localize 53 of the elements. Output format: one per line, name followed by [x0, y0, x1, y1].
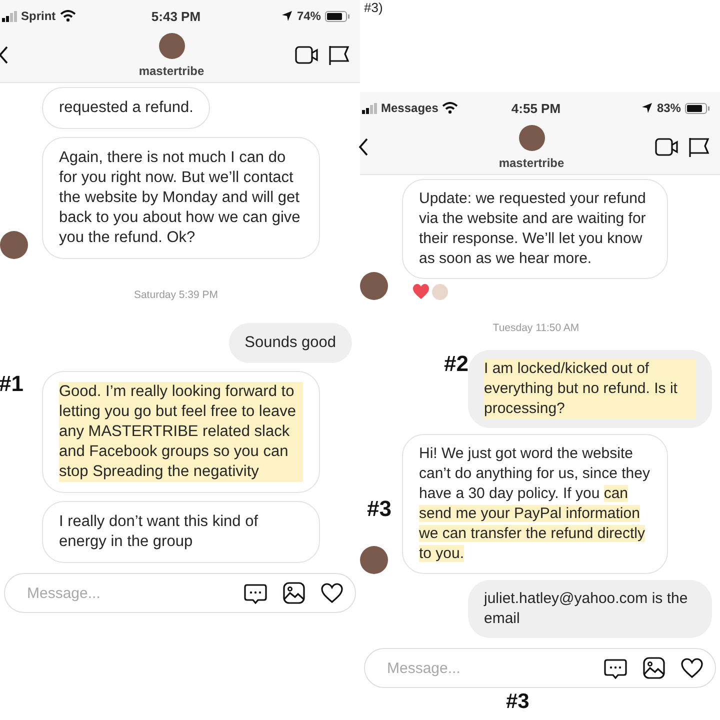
wifi-icon: [442, 102, 458, 114]
location-arrow-icon: [640, 102, 653, 114]
back-icon[interactable]: [358, 138, 368, 156]
battery-percent: 83%: [656, 101, 681, 115]
chat-bubble-icon[interactable]: [244, 582, 267, 604]
message-field[interactable]: Message...: [25, 584, 228, 602]
message-text: Sounds good: [244, 333, 336, 353]
timestamp: Tuesday 11:50 AM: [492, 321, 580, 336]
carrier-label: Sprint: [21, 9, 56, 23]
message-text: I really don’t want this kind of energy in the group: [59, 512, 260, 552]
video-camera-icon[interactable]: [655, 137, 678, 157]
avatar: [432, 284, 448, 300]
message-bar[interactable]: Message...: [4, 573, 356, 613]
avatar[interactable]: [360, 546, 388, 574]
message-text: Update: we requested your refund via the website and are waiting for their response. We’ll let you know as soon as we hear more.: [419, 189, 647, 269]
flag-icon[interactable]: [688, 136, 710, 158]
chat-bubble-icon[interactable]: [604, 658, 627, 678]
message-bar[interactable]: Message...: [364, 648, 716, 688]
wifi-icon: [60, 10, 76, 22]
avatar[interactable]: [0, 231, 28, 259]
message-text: I am locked/kicked out of everything but no refund. Is it processing?: [484, 359, 696, 419]
signal-icon: [362, 102, 377, 114]
signal-icon: [2, 10, 17, 22]
location-arrow-icon: [280, 10, 293, 22]
battery-icon: [684, 102, 710, 114]
annotation-label: #3: [367, 499, 392, 519]
heart-icon[interactable]: [321, 583, 343, 603]
avatar[interactable]: [360, 272, 388, 300]
flag-icon[interactable]: [328, 44, 350, 66]
battery-icon: [324, 10, 350, 22]
status-time: 4:55 PM: [511, 100, 561, 116]
annotation-label: #2: [444, 354, 468, 374]
message-text: Hi! We just got word the website can’t do anything for us, since they have a 30 day policy. If you can send me your PayPal information we can transfer the refund directly to you.: [419, 444, 651, 564]
username-link[interactable]: mastertribe: [138, 64, 204, 78]
fragment-text: #3): [364, 0, 384, 15]
message-field[interactable]: Message...: [385, 658, 588, 678]
image-icon[interactable]: [643, 657, 665, 679]
status-time: 5:43 PM: [151, 8, 201, 24]
message-text: juliet.hatley@yahoo.com is the email: [484, 589, 689, 629]
battery-percent: 74%: [296, 9, 321, 23]
message-text: Good. I’m really looking forward to letting you go but feel free to leave any MASTERTRIBE related slack and Facebook groups so you can stop Spreading the negativity: [59, 382, 303, 482]
video-camera-icon[interactable]: [295, 45, 318, 65]
image-icon[interactable]: [283, 582, 305, 604]
username-link[interactable]: mastertribe: [498, 156, 564, 170]
back-icon[interactable]: [0, 46, 8, 64]
carrier-label: Messages: [381, 101, 438, 115]
timestamp: Saturday 5:39 PM: [132, 288, 220, 303]
avatar[interactable]: [518, 124, 544, 150]
heart-icon[interactable]: [681, 658, 703, 678]
annotation-label: #3: [506, 690, 530, 714]
avatar[interactable]: [158, 32, 184, 58]
message-text: Again, there is not much I can do for you right now. But we’ll contact the website by Monday and will get back to you about how we can give you the refund. Ok?: [59, 148, 302, 248]
message-text: requested a refund.: [59, 98, 194, 118]
